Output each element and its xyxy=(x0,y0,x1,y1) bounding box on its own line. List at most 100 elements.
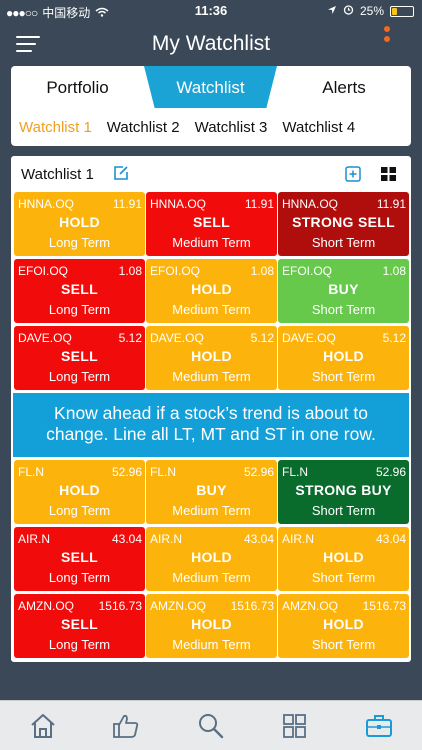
edit-icon[interactable] xyxy=(113,165,129,181)
tile-price: 52.96 xyxy=(243,465,274,479)
tab-portfolio[interactable]: Portfolio xyxy=(11,66,144,108)
location-icon xyxy=(327,4,337,18)
tile-term: Short Term xyxy=(311,235,376,250)
watchlist-tile[interactable]: AMZN.OQ 1516.73 SELL Long Term xyxy=(14,594,145,658)
alarm-icon xyxy=(343,4,354,18)
tile-term: Medium Term xyxy=(172,369,251,384)
watchlist-tile[interactable]: AIR.N 43.04 HOLD Short Term xyxy=(278,527,409,591)
tile-symbol: DAVE.OQ xyxy=(150,331,204,345)
watchlist-tile[interactable]: FL.N 52.96 HOLD Long Term xyxy=(14,460,145,524)
tile-signal: HOLD xyxy=(59,214,100,230)
watchlist-tile[interactable]: AIR.N 43.04 HOLD Medium Term xyxy=(146,527,277,591)
banner-line-1: Know ahead if a stock’s trend is about t… xyxy=(54,403,368,423)
tile-term: Long Term xyxy=(48,503,111,518)
tile-signal: SELL xyxy=(61,549,98,565)
subtab-watchlist-2[interactable]: Watchlist 2 xyxy=(107,119,180,136)
tile-price: 5.12 xyxy=(250,331,274,345)
battery-icon xyxy=(390,5,414,17)
battery-percent: 25% xyxy=(359,4,384,18)
promo-banner[interactable]: Know ahead if a stock’s trend is about t… xyxy=(13,393,409,457)
tile-price: 1516.73 xyxy=(98,599,142,613)
more-dots-icon[interactable] xyxy=(384,26,392,52)
watchlist-tile[interactable]: DAVE.OQ 5.12 SELL Long Term xyxy=(14,326,145,390)
tile-symbol: AMZN.OQ xyxy=(18,599,74,613)
tile-symbol: AIR.N xyxy=(18,532,51,546)
tile-signal: BUY xyxy=(328,281,359,297)
main-tabs: Portfolio Watchlist Alerts xyxy=(11,66,411,108)
tile-symbol: AIR.N xyxy=(150,532,183,546)
tile-price: 43.04 xyxy=(375,532,406,546)
tile-signal: HOLD xyxy=(191,616,232,632)
tile-symbol: EFOI.OQ xyxy=(282,264,333,278)
tab-watchlist[interactable]: Watchlist xyxy=(144,66,277,108)
add-icon[interactable] xyxy=(345,166,361,182)
sub-tabs: Watchlist 1 Watchlist 2 Watchlist 3 Watc… xyxy=(19,119,370,136)
tile-price: 5.12 xyxy=(118,331,142,345)
briefcase-icon[interactable] xyxy=(365,713,393,739)
watchlist-tile[interactable]: AMZN.OQ 1516.73 HOLD Medium Term xyxy=(146,594,277,658)
home-icon[interactable] xyxy=(29,713,57,739)
tile-term: Medium Term xyxy=(172,302,251,317)
watchlist-tile[interactable]: EFOI.OQ 1.08 BUY Short Term xyxy=(278,259,409,323)
status-bar: ●●●○○ 中国移动 11:36 25% xyxy=(0,0,422,22)
watchlist-tile[interactable]: AMZN.OQ 1516.73 HOLD Short Term xyxy=(278,594,409,658)
watchlist-tile[interactable]: HNNA.OQ 11.91 HOLD Long Term xyxy=(14,192,145,256)
tile-signal: SELL xyxy=(193,214,230,230)
thumbs-up-icon[interactable] xyxy=(112,713,140,739)
watchlist-tile[interactable]: EFOI.OQ 1.08 SELL Long Term xyxy=(14,259,145,323)
watchlist-panel: Watchlist 1 HNNA.OQ 11.91 HOLD Long Term HNN… xyxy=(11,156,411,662)
tile-signal: HOLD xyxy=(191,549,232,565)
panel-header: Watchlist 1 xyxy=(11,156,411,192)
tile-term: Long Term xyxy=(48,637,111,652)
tile-signal: BUY xyxy=(196,482,227,498)
nav-bar: My Watchlist xyxy=(0,22,422,66)
tile-price: 52.96 xyxy=(375,465,406,479)
tile-symbol: AMZN.OQ xyxy=(150,599,206,613)
tile-price: 11.91 xyxy=(112,197,142,211)
tile-term: Short Term xyxy=(311,570,376,585)
tile-symbol: AMZN.OQ xyxy=(282,599,338,613)
watchlist-tile[interactable]: FL.N 52.96 STRONG BUY Short Term xyxy=(278,460,409,524)
subtab-watchlist-3[interactable]: Watchlist 3 xyxy=(195,119,268,136)
banner-line-2: change. Line all LT, MT and ST in one ro… xyxy=(46,424,376,444)
tile-symbol: DAVE.OQ xyxy=(18,331,72,345)
tile-symbol: HNNA.OQ xyxy=(18,197,75,211)
tile-signal: STRONG BUY xyxy=(295,482,392,498)
panel-title: Watchlist 1 xyxy=(21,166,94,183)
tabs-card: Portfolio Watchlist Alerts Watchlist 1 W… xyxy=(11,66,411,146)
watchlist-tile[interactable]: FL.N 52.96 BUY Medium Term xyxy=(146,460,277,524)
tile-price: 1516.73 xyxy=(362,599,406,613)
tile-price: 11.91 xyxy=(376,197,406,211)
tile-price: 1516.73 xyxy=(230,599,274,613)
watchlist-tile[interactable]: DAVE.OQ 5.12 HOLD Medium Term xyxy=(146,326,277,390)
tile-price: 1.08 xyxy=(118,264,142,278)
tab-alerts[interactable]: Alerts xyxy=(277,66,411,108)
tile-price: 43.04 xyxy=(243,532,274,546)
bottom-nav xyxy=(0,700,422,750)
tile-term: Short Term xyxy=(311,503,376,518)
tile-symbol: AIR.N xyxy=(282,532,315,546)
dashboard-grid-icon[interactable] xyxy=(281,713,309,739)
tile-symbol: HNNA.OQ xyxy=(150,197,207,211)
search-icon[interactable] xyxy=(197,713,225,739)
tile-symbol: FL.N xyxy=(282,465,309,479)
tile-signal: HOLD xyxy=(191,281,232,297)
watchlist-tile[interactable]: AIR.N 43.04 SELL Long Term xyxy=(14,527,145,591)
subtab-watchlist-1[interactable]: Watchlist 1 xyxy=(19,119,92,136)
page-title: My Watchlist xyxy=(151,32,271,55)
tile-signal: SELL xyxy=(61,348,98,364)
watchlist-tile[interactable]: HNNA.OQ 11.91 SELL Medium Term xyxy=(146,192,277,256)
watchlist-tile[interactable]: HNNA.OQ 11.91 STRONG SELL Short Term xyxy=(278,192,409,256)
tile-signal: HOLD xyxy=(323,549,364,565)
tile-term: Long Term xyxy=(48,570,111,585)
subtab-watchlist-4[interactable]: Watchlist 4 xyxy=(282,119,355,136)
tile-view-icon[interactable] xyxy=(381,167,396,181)
watchlist-tile[interactable]: EFOI.OQ 1.08 HOLD Medium Term xyxy=(146,259,277,323)
tile-symbol: FL.N xyxy=(150,465,177,479)
tile-term: Long Term xyxy=(48,235,111,250)
tile-term: Medium Term xyxy=(172,570,251,585)
watchlist-tile[interactable]: DAVE.OQ 5.12 HOLD Short Term xyxy=(278,326,409,390)
tile-signal: HOLD xyxy=(323,348,364,364)
battery-fill xyxy=(392,7,397,15)
tile-term: Short Term xyxy=(311,369,376,384)
